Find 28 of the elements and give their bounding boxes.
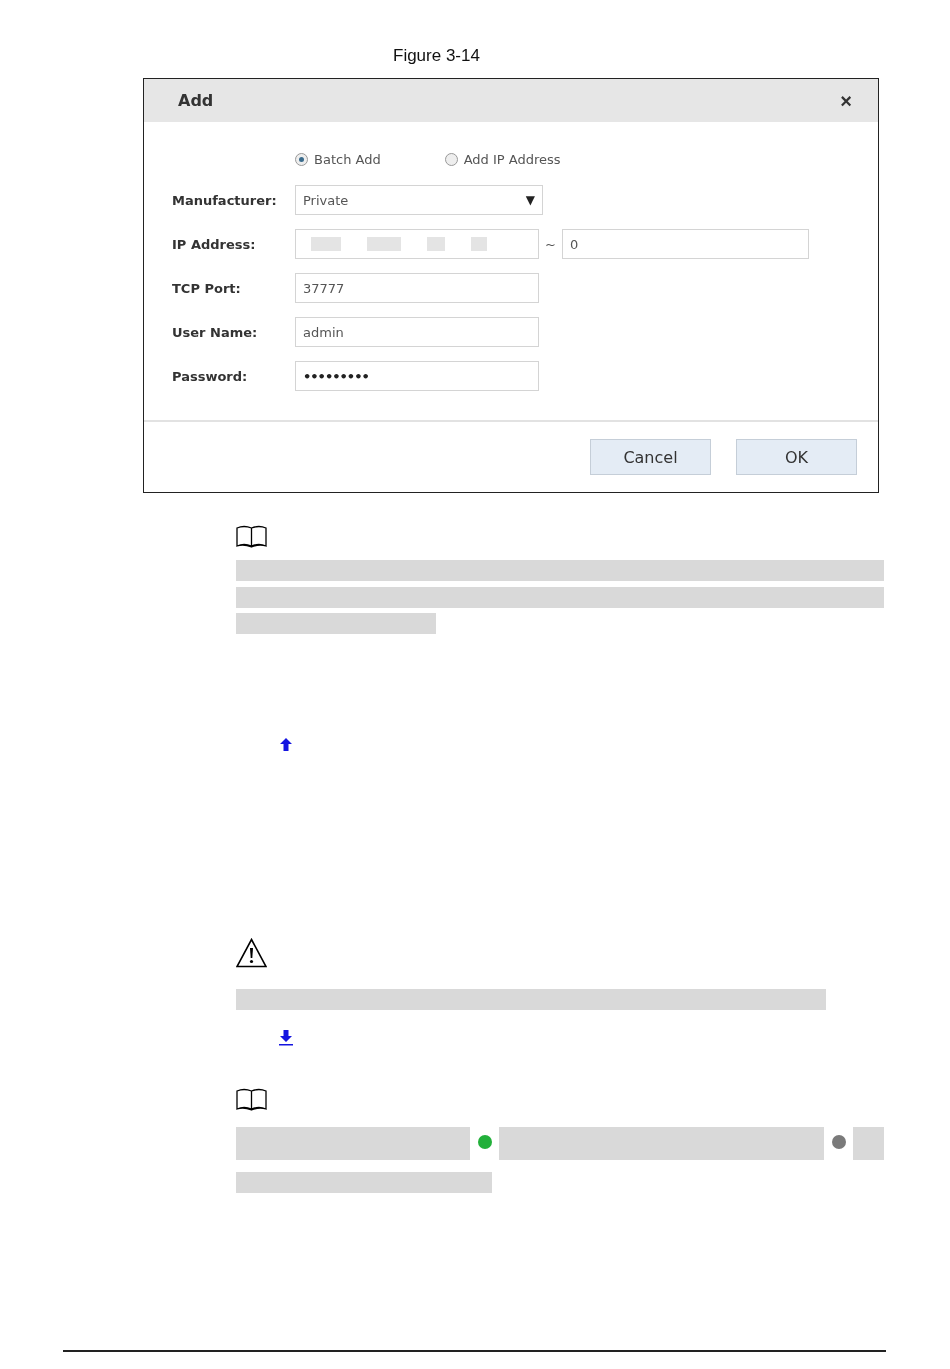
- ip-end-field[interactable]: 0: [561, 229, 809, 259]
- book-icon: [236, 1088, 267, 1111]
- radio-option[interactable]: Batch Add: [295, 151, 381, 167]
- password-field[interactable]: •••••••••: [295, 361, 539, 391]
- download-icon[interactable]: [279, 1030, 293, 1046]
- caret-icon: ▼: [525, 193, 535, 207]
- book-icon: [236, 525, 267, 548]
- field-label: Password:: [172, 368, 249, 384]
- close-button[interactable]: ×: [840, 90, 852, 111]
- up-arrow-icon[interactable]: [280, 738, 292, 751]
- cancel-button[interactable]: Cancel: [590, 439, 711, 475]
- radio-option[interactable]: Add IP Address: [444, 151, 561, 167]
- dialog-title: Add: [178, 91, 214, 110]
- field-label: User Name:: [172, 324, 259, 340]
- input-field[interactable]: 37777: [295, 273, 539, 303]
- field-label: TCP Port:: [172, 280, 242, 296]
- ip-start-field[interactable]: [295, 229, 539, 259]
- warning-icon: [236, 938, 267, 968]
- redaction-bar: [853, 1127, 884, 1160]
- field-label: Manufacturer:: [172, 192, 278, 208]
- figure-caption: Figure 3-14: [393, 46, 481, 67]
- input-field[interactable]: admin: [295, 317, 539, 347]
- status-dot-icon: [477, 1135, 492, 1149]
- field-label: IP Address:: [172, 236, 257, 252]
- ok-button[interactable]: OK: [736, 439, 857, 475]
- status-dot-icon: [831, 1135, 846, 1149]
- manufacturer-dropdown[interactable]: Private ▼: [295, 185, 543, 215]
- range-separator: ~: [545, 236, 556, 252]
